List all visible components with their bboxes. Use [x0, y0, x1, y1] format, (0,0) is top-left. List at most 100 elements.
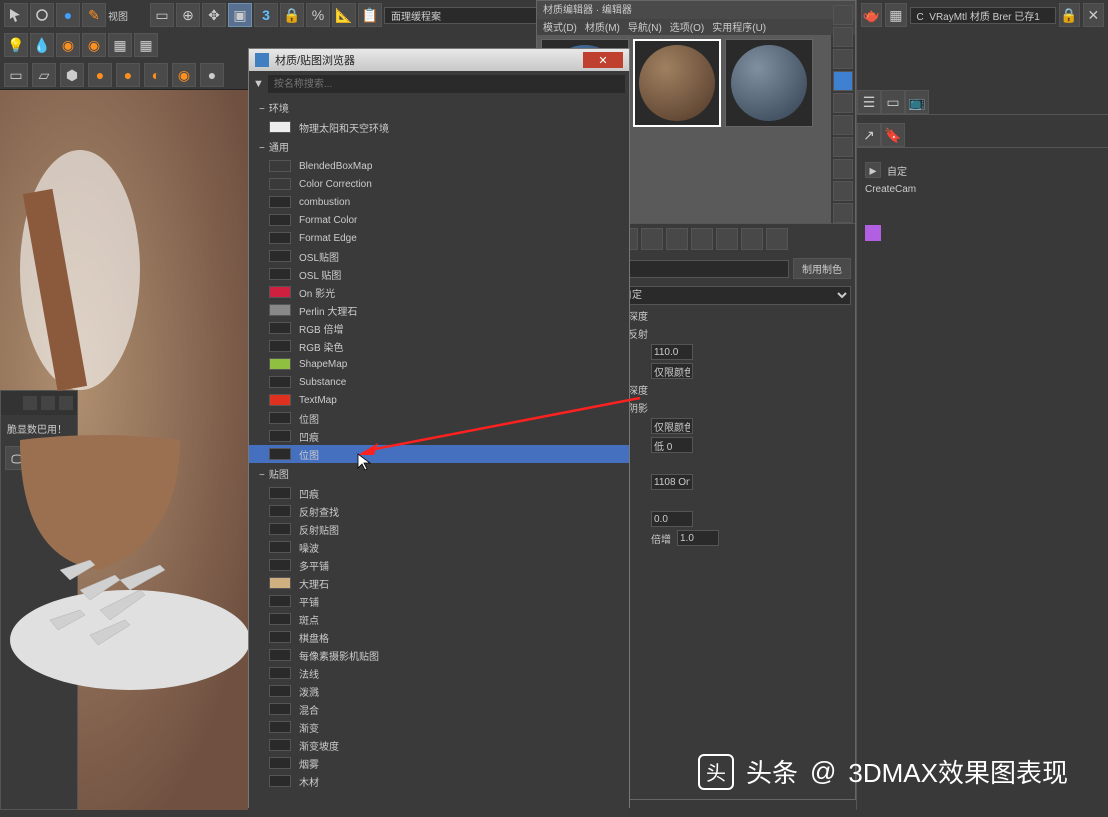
tool-fire1[interactable]: ◉ [56, 33, 80, 57]
search-input[interactable] [268, 75, 625, 93]
mt-sib-icon[interactable] [741, 228, 763, 250]
viewport[interactable] [0, 90, 248, 810]
tool-clip[interactable]: 📋 [358, 3, 382, 27]
tree-item[interactable]: TextMap [249, 391, 629, 409]
mt-self-icon[interactable] [666, 228, 688, 250]
menu-nav[interactable]: 导航(N) [628, 19, 662, 35]
menu-material[interactable]: 材质(M) [585, 19, 620, 35]
tree-item[interactable]: 凹痕 [249, 427, 629, 445]
rp-tab-modify[interactable]: ▭ [881, 90, 905, 114]
side-light-icon[interactable] [833, 49, 853, 69]
mat-2[interactable]: ● [116, 63, 140, 87]
param-value[interactable] [651, 418, 693, 434]
tool-light[interactable]: 💡 [4, 33, 28, 57]
side-x-icon[interactable] [833, 203, 853, 223]
group-env[interactable]: 环境 [249, 97, 629, 118]
tree-item[interactable]: 棋盘格 [249, 628, 629, 646]
tool-sphere[interactable]: ● [56, 3, 80, 27]
tree-item[interactable]: 混合 [249, 700, 629, 718]
param-value[interactable] [651, 363, 693, 379]
rp-lock-icon[interactable]: 🔒 [1059, 3, 1080, 27]
menu-mode[interactable]: 模式(D) [543, 19, 577, 35]
tool-three[interactable]: 3 [254, 3, 278, 27]
tree-item[interactable]: ShapeMap [249, 355, 629, 373]
tree-item[interactable]: RGB 染色 [249, 337, 629, 355]
tree-item[interactable]: 斑点 [249, 610, 629, 628]
tool-rotate[interactable] [30, 3, 54, 27]
param-value[interactable] [651, 511, 693, 527]
tree-item[interactable]: 每像素摄影机贴图 [249, 646, 629, 664]
tree-item[interactable]: 平铺 [249, 592, 629, 610]
tool-fit[interactable]: ▭ [150, 3, 174, 27]
dialog-titlebar[interactable]: 材质/贴图浏览器 ✕ [249, 49, 629, 71]
rp-grid-icon[interactable]: ▦ [885, 3, 906, 27]
side-uv-icon[interactable] [833, 93, 853, 113]
tree-item[interactable]: 泼溅 [249, 682, 629, 700]
param-value[interactable] [651, 437, 693, 453]
tool-angle[interactable]: 📐 [332, 3, 356, 27]
tree-item[interactable]: 法线 [249, 664, 629, 682]
rp-tab2-b[interactable]: 🔖 [881, 123, 905, 147]
tree-item[interactable]: BlendedBoxMap [249, 157, 629, 175]
rp-tab-display[interactable]: 📺 [905, 90, 929, 114]
tree-item[interactable]: RGB 倍增 [249, 319, 629, 337]
close-button[interactable]: ✕ [583, 52, 623, 68]
mat-editor-title[interactable]: 材质编辑器 · 编辑器 [537, 1, 855, 19]
menu-options[interactable]: 选项(O) [670, 19, 704, 35]
tree-item[interactable]: Format Color [249, 211, 629, 229]
mt-go-icon[interactable] [691, 228, 713, 250]
group-maps[interactable]: 贴图 [249, 463, 629, 484]
menu-util[interactable]: 实用程序(U) [712, 19, 766, 35]
mat-5[interactable]: ● [200, 63, 224, 87]
mat-slot-2[interactable] [633, 39, 721, 127]
shape-box[interactable]: ▭ [4, 63, 28, 87]
tree-item[interactable]: 噪波 [249, 538, 629, 556]
tree-item[interactable]: OSL贴图 [249, 247, 629, 265]
mt-par-icon[interactable] [716, 228, 738, 250]
tree-item[interactable]: 物理太阳和天空环境 [249, 118, 629, 136]
rp-object-dropdown[interactable] [910, 7, 1056, 24]
side-mat-icon[interactable] [833, 181, 853, 201]
tool-lock[interactable]: 🔒 [280, 3, 304, 27]
tree-item[interactable]: Substance [249, 373, 629, 391]
rp-color-swatch[interactable] [865, 225, 881, 241]
tool-brush[interactable]: ✎ [82, 3, 106, 27]
tree-item[interactable]: Color Correction [249, 175, 629, 193]
tree-item[interactable]: OSL 贴图 [249, 265, 629, 283]
tree-item[interactable]: 多平铺 [249, 556, 629, 574]
mat-1[interactable]: ● [88, 63, 112, 87]
preset-select[interactable]: 自定 [611, 286, 851, 305]
tree-item[interactable]: 位图 [249, 409, 629, 427]
tool-zoom[interactable]: ⊕ [176, 3, 200, 27]
tool-render[interactable]: ▦ [134, 33, 158, 57]
tool-fire2[interactable]: ◉ [82, 33, 106, 57]
tree-item[interactable]: 大理石 [249, 574, 629, 592]
rp-tab-create[interactable]: ☰ [857, 90, 881, 114]
tree-item[interactable]: 渐变坡度 [249, 736, 629, 754]
rp-teapot-icon[interactable]: 🫖 [861, 3, 882, 27]
param-value[interactable] [651, 344, 693, 360]
param-value[interactable] [677, 530, 719, 546]
rp-tab2-a[interactable]: ↗ [857, 123, 881, 147]
tool-percent[interactable]: % [306, 3, 330, 27]
tree-item[interactable]: 木材 [249, 772, 629, 790]
rp-expand-icon[interactable]: ▸ [865, 162, 881, 178]
tree-item[interactable]: 渐变 [249, 718, 629, 736]
rp-x-icon[interactable]: ✕ [1083, 3, 1104, 27]
mt-fwd-icon[interactable] [766, 228, 788, 250]
side-color-icon[interactable] [833, 115, 853, 135]
tree-item[interactable]: 反射查找 [249, 502, 629, 520]
tree-item[interactable]: 反射贴图 [249, 520, 629, 538]
tool-select[interactable]: ▣ [228, 3, 252, 27]
mat-4[interactable]: ◉ [172, 63, 196, 87]
tree-item[interactable]: Format Edge [249, 229, 629, 247]
side-wire-icon[interactable] [833, 71, 853, 91]
tree-item[interactable]: Perlin 大理石 [249, 301, 629, 319]
mt-show-icon[interactable] [641, 228, 663, 250]
tree-item[interactable]: 烟雾 [249, 754, 629, 772]
group-general[interactable]: 通用 [249, 136, 629, 157]
shape-plane[interactable]: ▱ [32, 63, 56, 87]
tree-item[interactable]: combustion [249, 193, 629, 211]
side-sample-icon[interactable] [833, 5, 853, 25]
tree-item[interactable]: On 影光 [249, 283, 629, 301]
